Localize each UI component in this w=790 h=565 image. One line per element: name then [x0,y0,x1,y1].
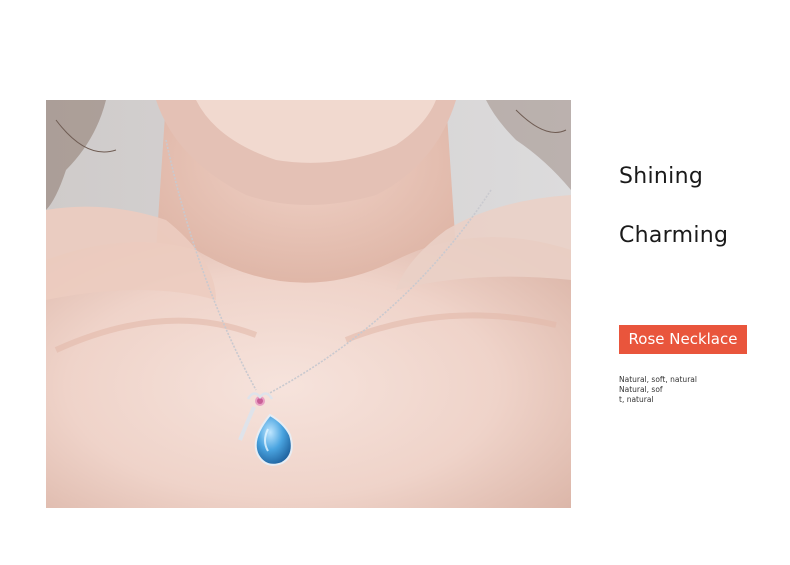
rose-necklace-badge: Rose Necklace [619,325,747,354]
description-line-2: Natural, sof [619,385,663,394]
necklace-photo [46,100,571,508]
product-page: Shining Charming Rose Necklace Natural, … [0,0,790,565]
headline-shining: Shining [619,164,704,189]
product-description: Natural, soft, natural Natural, sof t, n… [619,375,739,405]
description-line-1: Natural, soft, natural [619,375,697,384]
headline-charming: Charming [619,223,729,248]
description-line-3: t, natural [619,395,654,404]
